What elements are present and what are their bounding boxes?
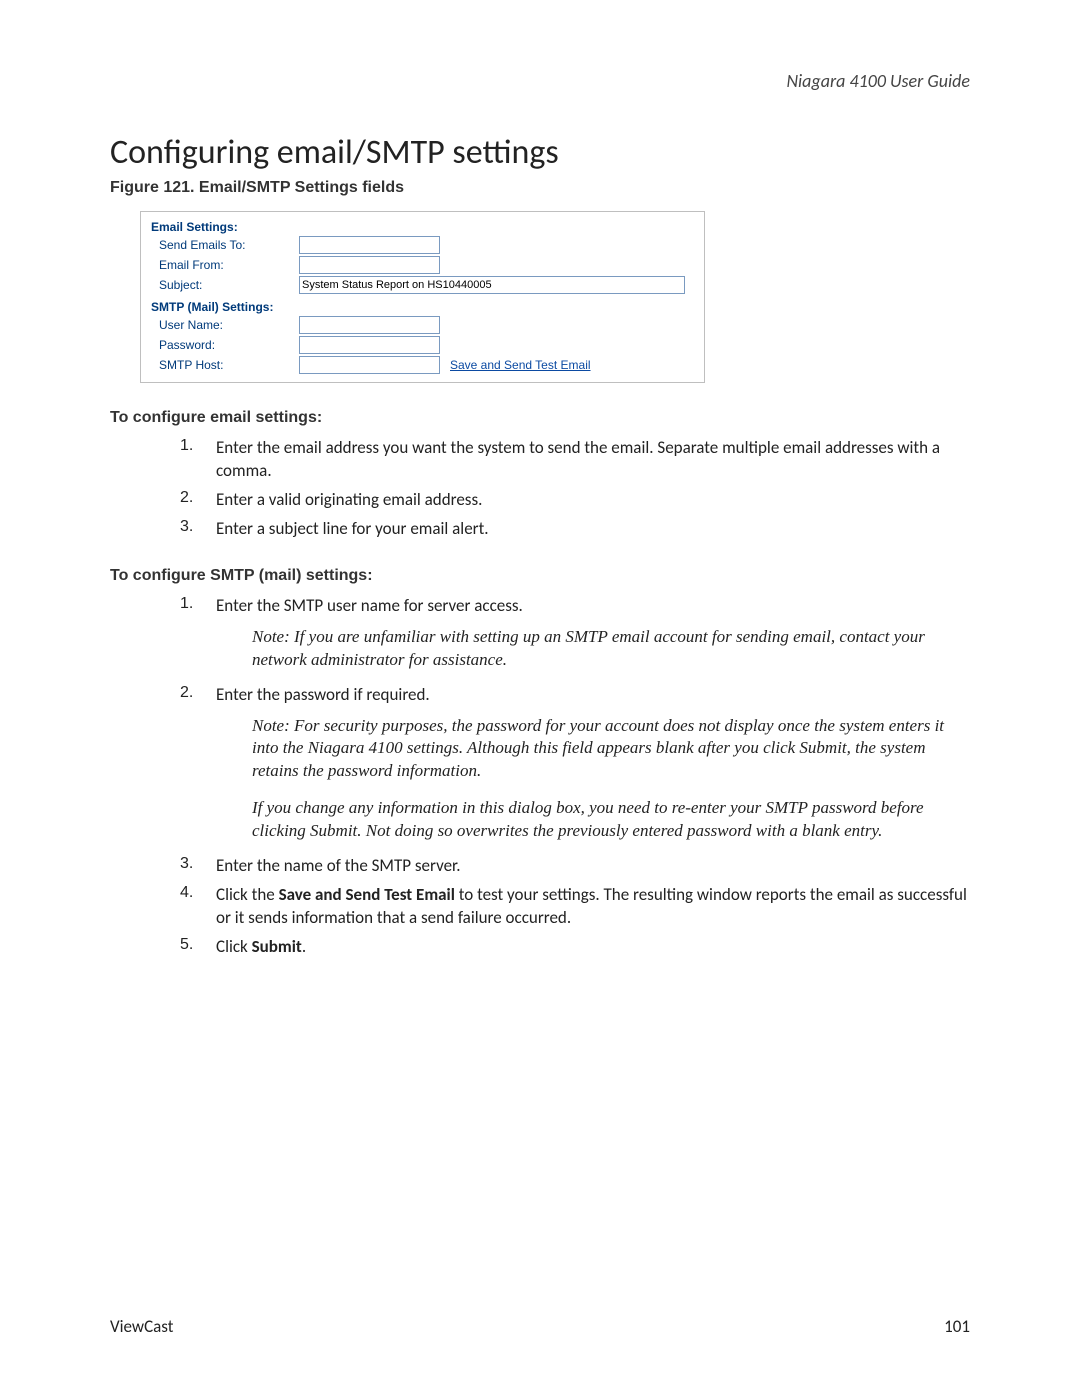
step-text: Enter a subject line for your email aler… [216, 518, 970, 541]
email-steps: 1. Enter the email address you want the … [110, 437, 970, 541]
step-text-bold: Save and Send Test Email [279, 884, 455, 905]
send-to-input[interactable] [299, 236, 440, 254]
smtp-host-label: SMTP Host: [151, 358, 299, 372]
username-label: User Name: [151, 318, 299, 332]
list-item: 3. Enter a subject line for your email a… [180, 518, 970, 541]
step-note: If you change any information in this di… [252, 798, 924, 840]
list-item: 4. Click the Save and Send Test Email to… [180, 884, 970, 930]
step-note: Note: For security purposes, the passwor… [252, 716, 944, 781]
email-settings-group-label: Email Settings: [151, 220, 694, 234]
subject-label: Subject: [151, 278, 299, 292]
send-to-label: Send Emails To: [151, 238, 299, 252]
page: Niagara 4100 User Guide Configuring emai… [0, 0, 1080, 1397]
list-item: 2. Enter a valid originating email addre… [180, 489, 970, 512]
footer-left: ViewCast [110, 1316, 173, 1337]
list-item: 1. Enter the SMTP user name for server a… [180, 595, 970, 678]
running-header: Niagara 4100 User Guide [110, 70, 970, 92]
step-number: 3. [180, 518, 216, 541]
step-text: Enter a valid originating email address. [216, 489, 970, 512]
row-smtp-host: SMTP Host: Save and Send Test Email [151, 356, 694, 374]
email-from-input[interactable] [299, 256, 440, 274]
list-item: 2. Enter the password if required. Note:… [180, 684, 970, 850]
smtp-settings-heading: To configure SMTP (mail) settings: [110, 567, 970, 585]
settings-panel: Email Settings: Send Emails To: Email Fr… [140, 211, 705, 383]
step-number: 4. [180, 884, 216, 930]
smtp-settings-group-label: SMTP (Mail) Settings: [151, 300, 694, 314]
row-password: Password: [151, 336, 694, 354]
step-text: Enter the password if required. [216, 684, 430, 705]
username-input[interactable] [299, 316, 440, 334]
step-text-post: . [302, 936, 306, 957]
list-item: 1. Enter the email address you want the … [180, 437, 970, 483]
step-number: 1. [180, 437, 216, 483]
page-title: Configuring email/SMTP settings [110, 132, 970, 173]
row-subject: Subject: [151, 276, 694, 294]
list-item: 5. Click Submit. [180, 936, 970, 959]
step-body: Enter the SMTP user name for server acce… [216, 595, 970, 678]
footer-page-number: 101 [944, 1316, 970, 1337]
step-number: 1. [180, 595, 216, 678]
step-number: 2. [180, 489, 216, 512]
figure-caption: Figure 121. Email/SMTP Settings fields [110, 179, 970, 197]
row-email-from: Email From: [151, 256, 694, 274]
step-text-pre: Click the [216, 884, 279, 905]
page-footer: ViewCast 101 [110, 1316, 970, 1337]
step-number: 2. [180, 684, 216, 850]
subject-input[interactable] [299, 276, 685, 294]
row-username: User Name: [151, 316, 694, 334]
step-body: Enter the password if required. Note: Fo… [216, 684, 970, 850]
smtp-host-input[interactable] [299, 356, 440, 374]
step-number: 5. [180, 936, 216, 959]
step-body: Click Submit. [216, 936, 970, 959]
row-send-to: Send Emails To: [151, 236, 694, 254]
email-settings-heading: To configure email settings: [110, 409, 970, 427]
step-text: Enter the name of the SMTP server. [216, 855, 970, 878]
password-label: Password: [151, 338, 299, 352]
password-input[interactable] [299, 336, 440, 354]
save-send-test-link[interactable]: Save and Send Test Email [450, 358, 591, 372]
step-text: Enter the email address you want the sys… [216, 437, 970, 483]
step-number: 3. [180, 855, 216, 878]
step-body: Click the Save and Send Test Email to te… [216, 884, 970, 930]
email-from-label: Email From: [151, 258, 299, 272]
smtp-steps: 1. Enter the SMTP user name for server a… [110, 595, 970, 959]
list-item: 3. Enter the name of the SMTP server. [180, 855, 970, 878]
step-note: Note: If you are unfamiliar with setting… [252, 627, 925, 669]
step-text-pre: Click [216, 936, 252, 957]
step-text: Enter the SMTP user name for server acce… [216, 595, 523, 616]
step-text-bold: Submit [252, 936, 302, 957]
